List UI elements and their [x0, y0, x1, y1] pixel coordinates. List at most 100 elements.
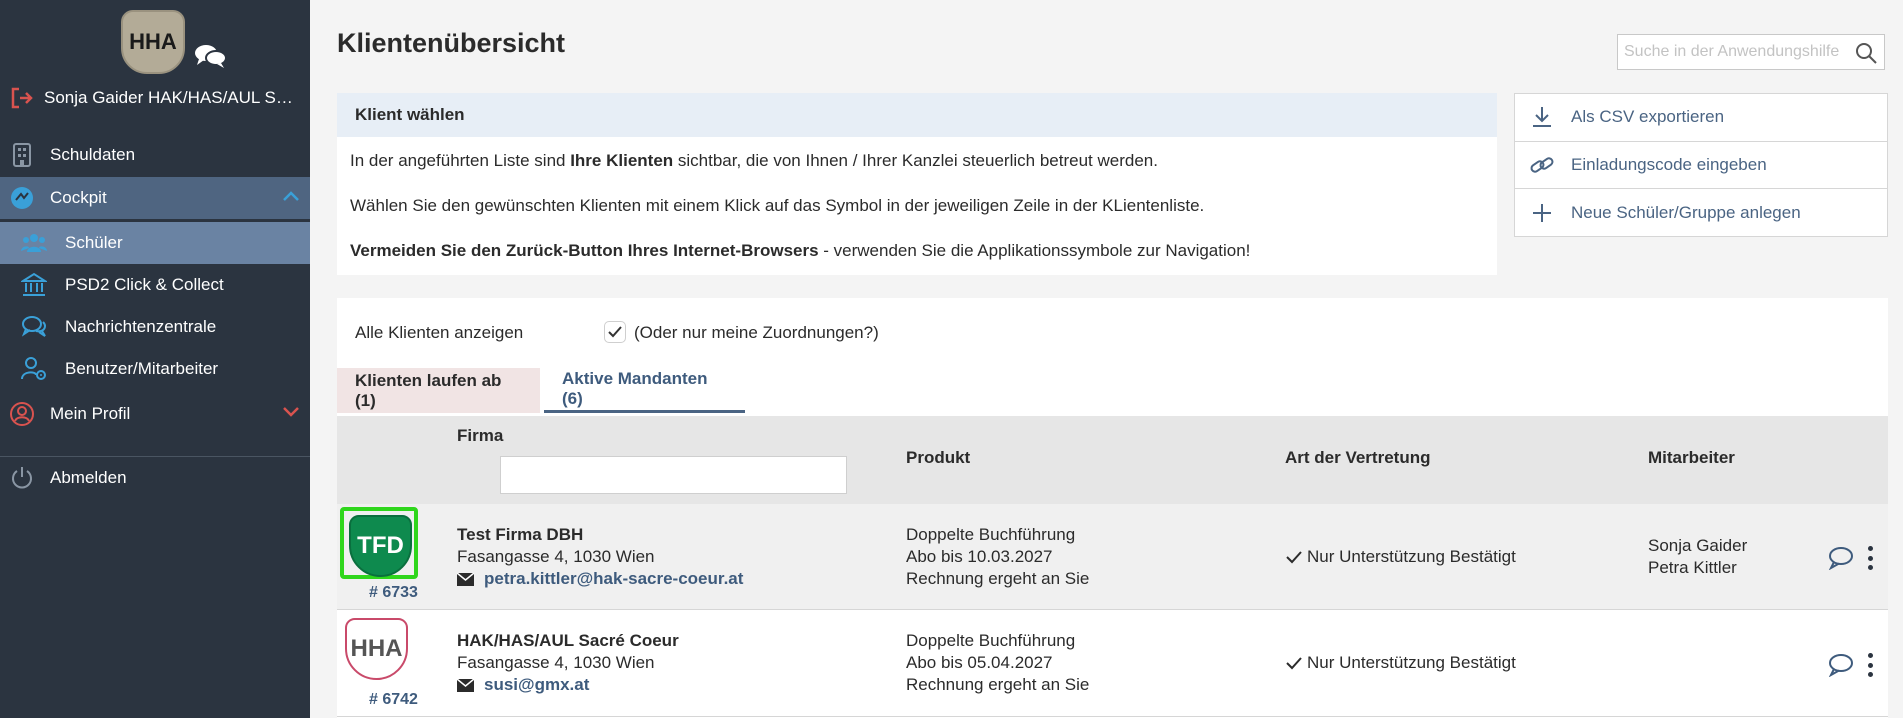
- user-name: Sonja Gaider HAK/HAS/AUL Sac...: [44, 88, 299, 107]
- info-text-bold: Ihre Klienten: [570, 151, 674, 170]
- client-firma-cell: HAK/HAS/AUL Sacré Coeur Fasangasse 4, 10…: [457, 630, 679, 696]
- sidebar-item-label: Mein Profil: [50, 404, 131, 423]
- sidebar-item-abmelden[interactable]: Abmelden: [0, 457, 310, 499]
- help-search[interactable]: [1617, 34, 1885, 70]
- info-text: - verwenden Sie die Applikationssymbole …: [818, 241, 1251, 260]
- chevron-down-icon: [283, 407, 299, 417]
- export-csv-button[interactable]: Als CSV exportieren: [1515, 94, 1887, 142]
- sidebar: HHA Sonja Gaider HAK/HAS/AUL Sac... Schu…: [0, 0, 310, 718]
- info-text-bold: Vermeiden Sie den Zurück-Button Ihres In…: [350, 241, 819, 260]
- search-icon[interactable]: [1854, 41, 1878, 65]
- table-header: Firma Produkt Art der Vertretung Mitarbe…: [337, 416, 1888, 504]
- info-line-1: In der angeführten Liste sind Ihre Klien…: [350, 151, 1158, 171]
- app-logo[interactable]: HHA: [121, 10, 185, 74]
- sidebar-item-label: Schuldaten: [50, 145, 136, 164]
- message-icon[interactable]: [1828, 653, 1854, 677]
- sidebar-item-mein-profil[interactable]: Mein Profil: [0, 393, 310, 435]
- client-logo: TFD: [349, 515, 412, 577]
- client-number: # 6742: [369, 691, 418, 708]
- client-firma-cell: Test Firma DBH Fasangasse 4, 1030 Wien p…: [457, 524, 743, 590]
- user-gear-icon: [21, 357, 46, 380]
- product-line: Rechnung ergeht an Sie: [906, 569, 1090, 588]
- staff-name: Sonja Gaider: [1648, 536, 1748, 555]
- sidebar-item-schueler[interactable]: Schüler: [0, 222, 310, 264]
- sidebar-item-label: Schüler: [65, 233, 123, 252]
- sidebar-item-label: Nachrichtenzentrale: [65, 317, 217, 336]
- main-content: Klientenübersicht Klient wählen In der a…: [310, 0, 1903, 718]
- column-header-firma: Firma: [457, 426, 504, 445]
- assignments-checkbox-label[interactable]: (Oder nur meine Zuordnungen?): [634, 323, 879, 343]
- bank-icon: [21, 272, 47, 296]
- client-product-cell: Doppelte Buchführung Abo bis 10.03.2027 …: [906, 524, 1089, 590]
- client-address: Fasangasse 4, 1030 Wien: [457, 653, 655, 672]
- client-name: HAK/HAS/AUL Sacré Coeur: [457, 631, 679, 650]
- client-email-link[interactable]: petra.kittler@hak-sacre-coeur.at: [484, 568, 743, 590]
- tab-expiring-clients[interactable]: Klienten laufen ab (1): [337, 368, 540, 413]
- client-email-link[interactable]: susi@gmx.at: [484, 674, 589, 696]
- logged-in-user[interactable]: Sonja Gaider HAK/HAS/AUL Sac...: [10, 84, 305, 112]
- more-vertical-icon[interactable]: [1866, 653, 1874, 677]
- table-row: TFD # 6733 Test Firma DBH Fasangasse 4, …: [337, 504, 1888, 610]
- dashboard-icon: [11, 187, 33, 209]
- sidebar-item-schuldaten[interactable]: Schuldaten: [0, 134, 310, 176]
- info-line-3: Vermeiden Sie den Zurück-Button Ihres In…: [350, 241, 1250, 261]
- sidebar-item-label: Abmelden: [50, 468, 127, 487]
- client-email-line: petra.kittler@hak-sacre-coeur.at: [457, 568, 743, 590]
- client-staff-cell: Sonja Gaider Petra Kittler: [1648, 535, 1747, 579]
- staff-name: Petra Kittler: [1648, 558, 1737, 577]
- filter-row: Alle Klienten anzeigen (Oder nur meine Z…: [337, 298, 1888, 370]
- sidebar-item-nachrichtenzentrale[interactable]: Nachrichtenzentrale: [0, 306, 310, 348]
- envelope-icon: [457, 572, 474, 586]
- table-row: HHA # 6742 HAK/HAS/AUL Sacré Coeur Fasan…: [337, 611, 1888, 717]
- product-line: Doppelte Buchführung: [906, 631, 1076, 650]
- row-actions: [1828, 653, 1874, 677]
- action-label: Als CSV exportieren: [1571, 107, 1725, 127]
- client-select-logo[interactable]: HHA: [340, 614, 418, 686]
- new-student-group-button[interactable]: Neue Schüler/Gruppe anlegen: [1515, 189, 1887, 237]
- more-vertical-icon[interactable]: [1866, 546, 1874, 570]
- client-select-logo[interactable]: TFD: [340, 507, 418, 579]
- envelope-icon: [457, 678, 474, 692]
- client-representation-cell: Nur Unterstützung Bestätigt: [1285, 546, 1516, 568]
- page-title: Klientenübersicht: [337, 28, 566, 58]
- check-icon: [1286, 657, 1302, 670]
- row-actions: [1828, 546, 1874, 570]
- users-icon: [21, 234, 47, 252]
- product-line: Abo bis 10.03.2027: [906, 547, 1053, 566]
- chevron-up-icon: [283, 191, 299, 201]
- sidebar-item-label: PSD2 Click & Collect: [65, 275, 224, 294]
- tab-active-clients[interactable]: Aktive Mandanten (6): [544, 368, 745, 413]
- client-name: Test Firma DBH: [457, 525, 584, 544]
- info-text: In der angeführten Liste sind: [350, 151, 571, 170]
- check-icon: [608, 326, 622, 338]
- sidebar-item-cockpit[interactable]: Cockpit: [0, 177, 310, 219]
- power-icon: [12, 467, 32, 489]
- action-label: Einladungscode eingeben: [1571, 154, 1767, 174]
- client-number: # 6733: [369, 584, 418, 601]
- check-icon: [1286, 551, 1302, 564]
- column-header-produkt: Produkt: [906, 448, 971, 467]
- column-header-mitarbeiter: Mitarbeiter: [1648, 448, 1735, 467]
- column-header-vertretung: Art der Vertretung: [1285, 448, 1431, 467]
- client-email-line: susi@gmx.at: [457, 674, 679, 696]
- representation-text: Nur Unterstützung Bestätigt: [1307, 653, 1516, 672]
- info-line-2: Wählen Sie den gewünschten Klienten mit …: [350, 196, 1205, 215]
- info-header: Klient wählen: [337, 93, 1497, 137]
- link-icon: [1530, 157, 1554, 173]
- sidebar-item-benutzer[interactable]: Benutzer/Mitarbeiter: [0, 348, 310, 390]
- client-product-cell: Doppelte Buchführung Abo bis 05.04.2027 …: [906, 630, 1089, 696]
- product-line: Rechnung ergeht an Sie: [906, 675, 1090, 694]
- product-line: Doppelte Buchführung: [906, 525, 1076, 544]
- action-label: Neue Schüler/Gruppe anlegen: [1571, 202, 1801, 222]
- chat-icon: [21, 316, 47, 337]
- invitation-code-button[interactable]: Einladungscode eingeben: [1515, 142, 1887, 189]
- sidebar-item-label: Cockpit: [50, 188, 107, 207]
- firma-filter-input[interactable]: [500, 456, 847, 494]
- help-search-input[interactable]: [1618, 35, 1848, 69]
- chat-bubbles-icon[interactable]: [193, 43, 227, 69]
- actions-panel: Als CSV exportieren Einladungscode einge…: [1514, 93, 1888, 237]
- sidebar-item-psd2[interactable]: PSD2 Click & Collect: [0, 264, 310, 306]
- representation-text: Nur Unterstützung Bestätigt: [1307, 547, 1516, 566]
- assignments-checkbox[interactable]: [604, 321, 626, 343]
- message-icon[interactable]: [1828, 546, 1854, 570]
